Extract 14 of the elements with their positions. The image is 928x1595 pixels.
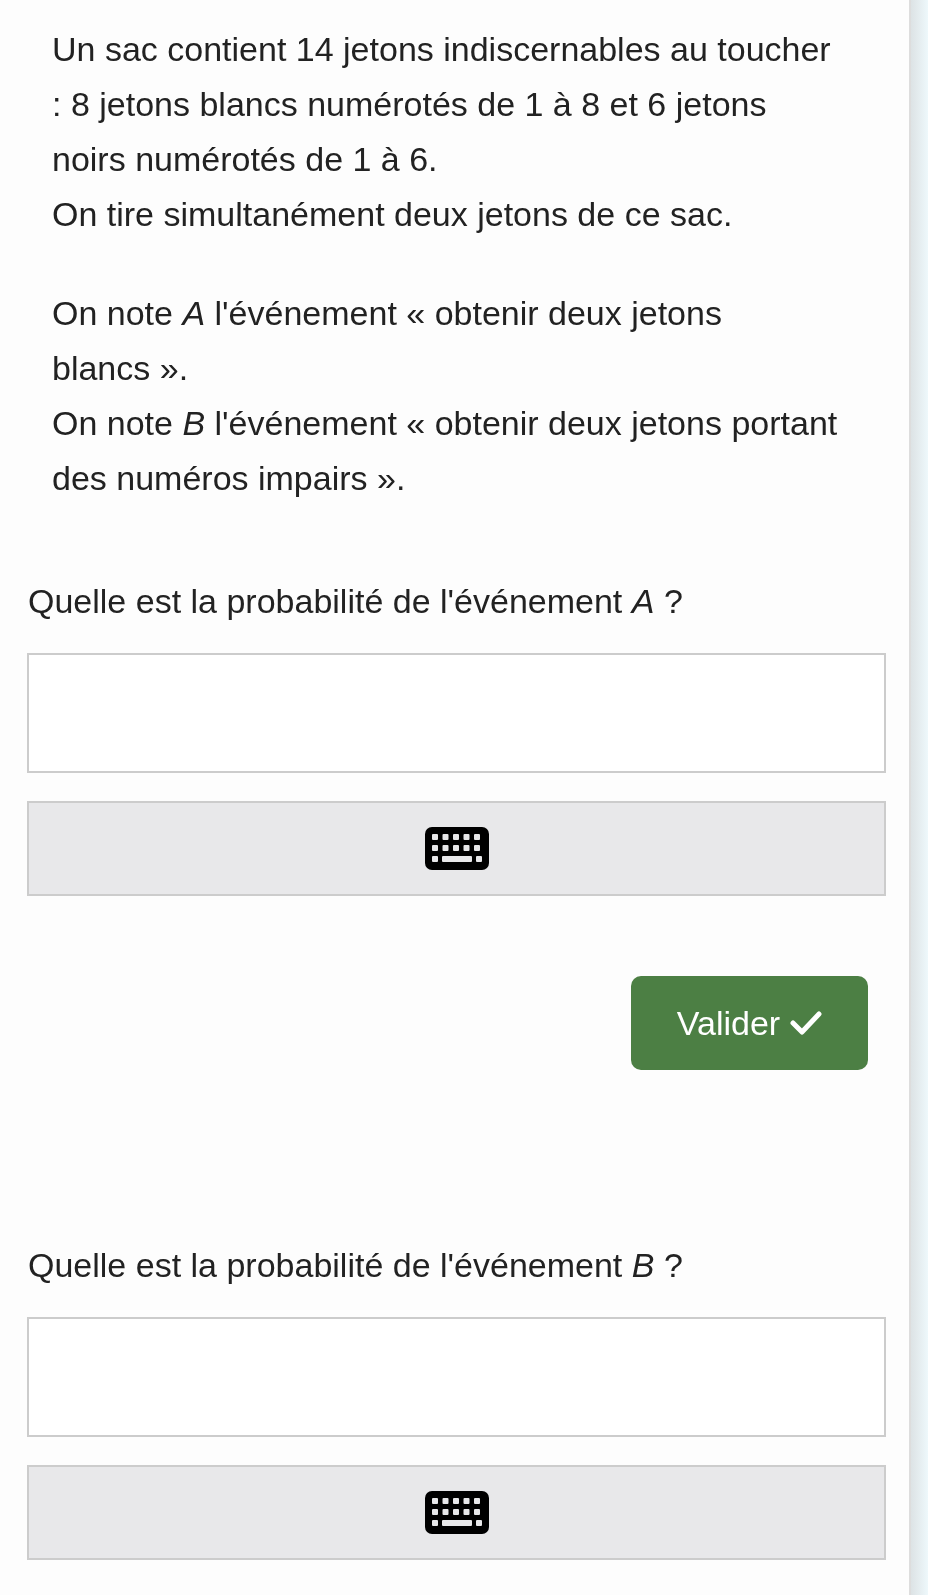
question-text: Quelle est la probabilité de l'événement B ?	[28, 1245, 684, 1286]
keyboard-icon	[424, 1491, 489, 1534]
statement-text: On tire simultanément deux jetons de ce sac.	[52, 194, 734, 235]
keyboard-button[interactable]	[27, 801, 886, 896]
validate-button[interactable]: Valider	[631, 976, 868, 1070]
question-text: Quelle est la probabilité de l'événement A ?	[28, 581, 684, 622]
keyboard-icon	[424, 827, 489, 870]
statement-text: Un sac contient 14 jetons indiscernables au toucher : 8 jetons blancs numérotés de 1 à 8 et 6 jetons noirs numérotés de 1 à 6.	[52, 29, 832, 180]
event-definition: On note A l'événement « obtenir deux jetons blancs ».	[52, 293, 723, 389]
answer-field[interactable]	[27, 1317, 886, 1437]
answer-field[interactable]	[27, 653, 886, 773]
event-definition: On note B l'événement « obtenir deux jetons portant des numéros impairs ».	[52, 403, 839, 499]
keyboard-button[interactable]	[27, 1465, 886, 1560]
checkmark-icon	[790, 1010, 823, 1036]
